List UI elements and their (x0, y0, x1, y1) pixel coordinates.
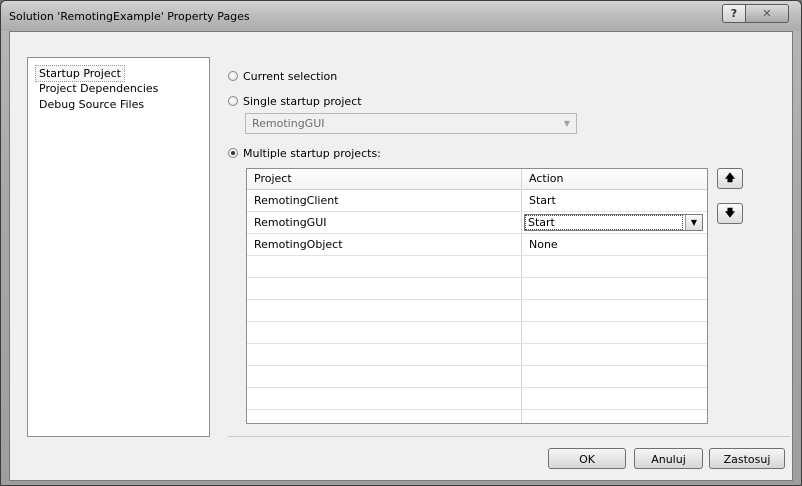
single-startup-option[interactable]: Single startup project (228, 93, 362, 109)
close-button[interactable]: ✕ (745, 4, 789, 23)
multiple-startup-radio[interactable] (228, 148, 238, 158)
single-startup-value: RemotingGUI (252, 117, 325, 130)
table-row[interactable]: RemotingObject None (247, 234, 707, 256)
close-icon: ✕ (762, 7, 772, 20)
title-bar: Solution 'RemotingExample' Property Page… (1, 1, 801, 31)
window-title: Solution 'RemotingExample' Property Page… (9, 10, 250, 23)
nav-item-project-dependencies[interactable]: Project Dependencies (36, 81, 161, 96)
empty-row (247, 322, 707, 344)
chevron-down-icon[interactable]: ▼ (685, 215, 702, 230)
action-dropdown-value[interactable]: Start (525, 215, 683, 230)
project-cell: RemotingClient (254, 194, 339, 207)
ok-button[interactable]: OK (548, 448, 626, 469)
multiple-startup-label: Multiple startup projects: (243, 146, 381, 160)
nav-item-startup-project[interactable]: Startup Project (35, 65, 125, 82)
project-cell: RemotingObject (254, 238, 343, 251)
move-down-button[interactable]: 🡇 (717, 203, 743, 224)
action-cell[interactable]: Start (522, 190, 556, 211)
current-selection-label: Current selection (243, 69, 338, 83)
empty-row (247, 278, 707, 300)
empty-row (247, 300, 707, 322)
empty-row (247, 388, 707, 410)
empty-row (247, 366, 707, 388)
single-startup-combo: RemotingGUI ▼ (245, 113, 577, 134)
column-header-project[interactable]: Project (247, 169, 292, 189)
single-startup-radio[interactable] (228, 96, 238, 106)
single-startup-label: Single startup project (243, 94, 362, 108)
nav-tree: Startup Project Project Dependencies Deb… (27, 57, 210, 437)
current-selection-radio[interactable] (228, 71, 238, 81)
startup-projects-grid: Project Action RemotingClient Start Remo… (246, 168, 708, 424)
arrow-down-icon: 🡇 (724, 208, 736, 219)
column-header-action[interactable]: Action (522, 169, 563, 189)
footer-separator (228, 436, 790, 437)
help-icon: ? (730, 7, 738, 20)
property-pages-window: Solution 'RemotingExample' Property Page… (0, 0, 802, 486)
table-row[interactable]: RemotingClient Start (247, 190, 707, 212)
action-cell[interactable]: None (522, 234, 558, 255)
apply-button[interactable]: Zastosuj (709, 448, 785, 469)
help-button[interactable]: ? (722, 4, 746, 23)
arrow-up-icon: 🡅 (724, 173, 736, 184)
grid-header: Project Action (247, 169, 707, 190)
nav-item-debug-source-files[interactable]: Debug Source Files (36, 97, 147, 112)
empty-row (247, 256, 707, 278)
table-row[interactable]: RemotingGUI Start ▼ (247, 212, 707, 234)
current-selection-option[interactable]: Current selection (228, 68, 337, 84)
multiple-startup-option[interactable]: Multiple startup projects: (228, 145, 381, 161)
move-up-button[interactable]: 🡅 (717, 168, 743, 189)
project-cell: RemotingGUI (254, 216, 327, 229)
cancel-button[interactable]: Anuluj (634, 448, 703, 469)
empty-row (247, 344, 707, 366)
dialog-body: Startup Project Project Dependencies Deb… (9, 31, 793, 481)
action-dropdown[interactable]: Start ▼ (524, 214, 703, 231)
chevron-down-icon: ▼ (563, 119, 570, 128)
